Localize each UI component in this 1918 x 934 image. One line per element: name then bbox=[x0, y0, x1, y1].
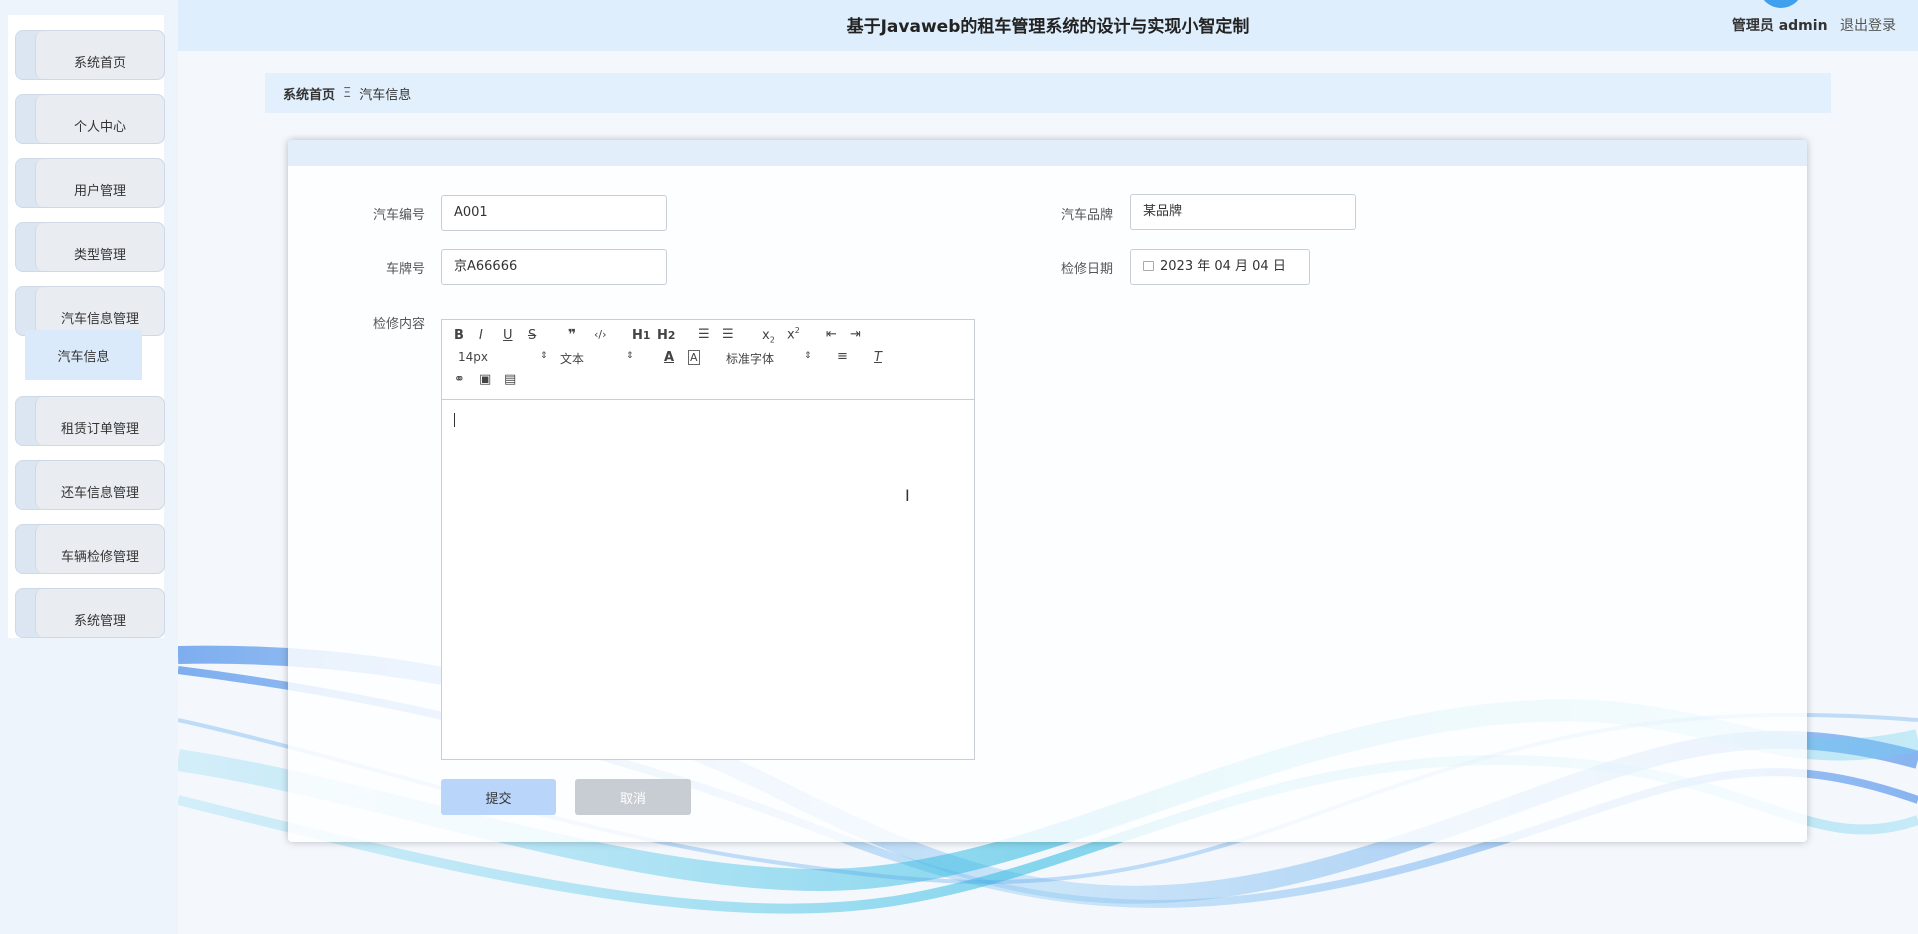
ordered-list-icon[interactable]: ☰ bbox=[698, 327, 710, 342]
date-label: 检修日期 bbox=[1060, 262, 1113, 277]
select-arrow-icon: ⇕ bbox=[540, 351, 548, 361]
car-no-label: 汽车编号 bbox=[372, 208, 425, 223]
brand-input[interactable]: 某品牌 bbox=[1130, 194, 1356, 230]
site-title: 基于Javaweb的租车管理系统的设计与实现小智定制 bbox=[846, 17, 1250, 37]
text-type-value: 文本 bbox=[560, 352, 585, 366]
image-icon[interactable]: ▣ bbox=[479, 372, 491, 387]
sidebar-item-rental-orders[interactable]: 租赁订单管理 bbox=[15, 396, 165, 446]
sidebar-item-system[interactable]: 系统管理 bbox=[15, 588, 165, 638]
heading2-icon[interactable]: H2 bbox=[657, 328, 675, 343]
user-label: 管理员 admin bbox=[1731, 18, 1828, 34]
indent-icon[interactable]: ⇥ bbox=[850, 327, 861, 342]
align-icon[interactable]: ≡ bbox=[837, 349, 848, 364]
outdent-icon[interactable]: ⇤ bbox=[826, 327, 837, 342]
sidebar-item-types[interactable]: 类型管理 bbox=[15, 222, 165, 272]
text-cursor-icon: I bbox=[905, 486, 910, 505]
select-arrow-icon: ⇕ bbox=[804, 351, 812, 361]
background-color-icon[interactable]: A bbox=[688, 350, 700, 365]
video-icon[interactable]: ▤ bbox=[504, 372, 516, 387]
select-arrow-icon: ⇕ bbox=[626, 351, 634, 361]
text-type-select[interactable]: 文本 ⇕ bbox=[560, 350, 635, 367]
clear-format-icon[interactable]: T bbox=[874, 350, 882, 365]
superscript-icon[interactable]: x2 bbox=[787, 326, 800, 342]
sidebar-item-users[interactable]: 用户管理 bbox=[15, 158, 165, 208]
brand-label: 汽车品牌 bbox=[1060, 208, 1113, 223]
font-size-select[interactable]: 14px ⇕ bbox=[458, 350, 548, 364]
breadcrumb-separator: Ξ bbox=[343, 85, 352, 101]
sidebar-subitem-car-info[interactable]: 汽车信息 bbox=[25, 330, 142, 380]
avatar[interactable] bbox=[1760, 0, 1802, 8]
underline-icon[interactable]: U bbox=[503, 328, 513, 343]
strikethrough-icon[interactable]: S bbox=[528, 328, 536, 343]
sidebar-item-home[interactable]: 系统首页 bbox=[15, 30, 165, 80]
card-header bbox=[288, 140, 1807, 166]
font-family-value: 标准字体 bbox=[726, 352, 775, 366]
bullet-list-icon[interactable]: ☰ bbox=[722, 327, 734, 342]
cancel-button[interactable]: 取消 bbox=[575, 779, 691, 815]
sidebar-item-label: 车辆检修管理 bbox=[35, 525, 164, 573]
calendar-icon bbox=[1143, 261, 1154, 271]
plate-label: 车牌号 bbox=[385, 262, 425, 277]
content-label: 检修内容 bbox=[372, 317, 425, 332]
link-icon[interactable]: ⚭ bbox=[454, 372, 465, 387]
sidebar: 系统首页 个人中心 用户管理 类型管理 汽车信息管理 汽车信息 租赁订单管理 还… bbox=[0, 0, 178, 934]
bold-icon[interactable]: B bbox=[454, 328, 464, 343]
submit-button[interactable]: 提交 bbox=[441, 779, 556, 815]
sidebar-item-maintenance[interactable]: 车辆检修管理 bbox=[15, 524, 165, 574]
heading1-icon[interactable]: H1 bbox=[632, 328, 650, 343]
sidebar-item-label: 还车信息管理 bbox=[35, 461, 164, 509]
car-no-input[interactable]: A001 bbox=[441, 195, 667, 231]
italic-icon[interactable]: I bbox=[479, 328, 483, 343]
sidebar-item-label: 类型管理 bbox=[35, 223, 164, 271]
plate-input[interactable]: 京A66666 bbox=[441, 249, 667, 285]
sidebar-item-label: 个人中心 bbox=[35, 95, 164, 143]
form-card: 汽车编号 A001 汽车品牌 某品牌 车牌号 京A66666 检修日期 2023… bbox=[288, 140, 1807, 842]
breadcrumb-current: 汽车信息 bbox=[359, 87, 412, 103]
date-value: 2023 年 04 月 04 日 bbox=[1160, 259, 1286, 274]
sidebar-item-label: 用户管理 bbox=[35, 159, 164, 207]
font-size-value: 14px bbox=[458, 350, 488, 364]
font-color-icon[interactable]: A bbox=[664, 350, 674, 365]
code-icon[interactable]: ‹/› bbox=[594, 328, 607, 341]
editor-toolbar: B I U S ❞ ‹/› H1 H2 ☰ ☰ x2 x2 ⇤ ⇥ 14px ⇕ … bbox=[442, 320, 974, 400]
logout-link[interactable]: 退出登录 bbox=[1840, 18, 1896, 34]
font-family-select[interactable]: 标准字体 ⇕ bbox=[726, 350, 816, 367]
rich-text-editor: B I U S ❞ ‹/› H1 H2 ☰ ☰ x2 x2 ⇤ ⇥ 14px ⇕ … bbox=[441, 319, 975, 760]
blockquote-icon[interactable]: ❞ bbox=[568, 327, 576, 343]
text-caret bbox=[454, 413, 455, 427]
sidebar-item-label: 系统管理 bbox=[35, 589, 164, 637]
date-picker[interactable]: 2023 年 04 月 04 日 bbox=[1130, 249, 1310, 285]
sidebar-item-car-info[interactable]: 汽车信息管理 bbox=[15, 286, 165, 336]
sidebar-item-returns[interactable]: 还车信息管理 bbox=[15, 460, 165, 510]
breadcrumb: 系统首页 Ξ 汽车信息 bbox=[265, 73, 1831, 113]
sidebar-item-profile[interactable]: 个人中心 bbox=[15, 94, 165, 144]
user-box: 管理员 admin 退出登录 bbox=[1732, 15, 1896, 35]
subscript-icon[interactable]: x2 bbox=[762, 328, 775, 345]
top-header: 基于Javaweb的租车管理系统的设计与实现小智定制 管理员 admin 退出登… bbox=[178, 0, 1918, 51]
sidebar-item-label: 汽车信息管理 bbox=[35, 287, 164, 335]
sidebar-item-label: 租赁订单管理 bbox=[35, 397, 164, 445]
breadcrumb-home[interactable]: 系统首页 bbox=[283, 84, 335, 103]
sidebar-item-label: 系统首页 bbox=[35, 31, 164, 79]
